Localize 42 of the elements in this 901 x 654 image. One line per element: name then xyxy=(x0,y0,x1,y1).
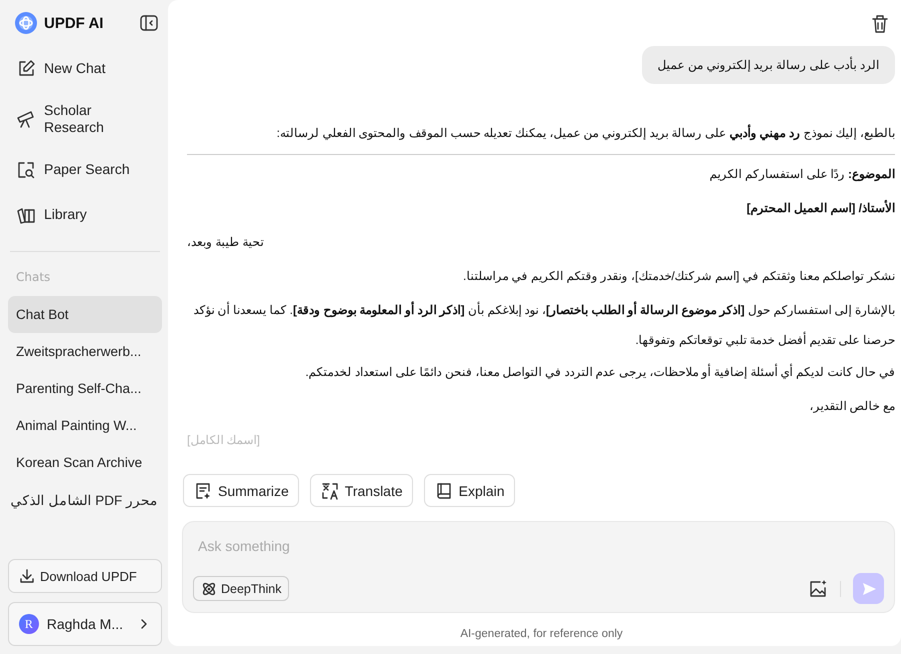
response-text: بالطبع، إليك نموذج رد مهني وأدبي على رسالة بريد إلكتروني من عميل، يمكنك تعديله حسب الموقف والمحتوى الفعلي لرسالته: xyxy=(276,124,895,142)
document-search-icon xyxy=(16,160,36,180)
response-text: مع خالص التقدير، xyxy=(808,398,895,415)
chat-item[interactable]: محرر PDF الشامل الذكي xyxy=(8,481,162,518)
download-button[interactable]: Download UPDF xyxy=(8,559,162,593)
logo-icon xyxy=(14,11,38,35)
atom-icon xyxy=(201,580,217,596)
response-text: في حال كانت لديكم أي أسئلة إضافية أو ملاحظات، يرجى عدم التردد في التواصل معنا، فنحن دائمًا على استعداد لخدمتكم. xyxy=(304,363,895,381)
chat-item[interactable]: Animal Painting W... xyxy=(8,407,162,444)
nav-item[interactable]: New Chat xyxy=(8,47,162,90)
chat-item[interactable]: Chat Bot xyxy=(8,296,162,333)
message-input[interactable]: Ask something DeepThink xyxy=(182,521,895,613)
chat-item[interactable]: Parenting Self-Cha... xyxy=(8,370,162,407)
app-title: UPDF AI xyxy=(44,14,104,32)
send-icon xyxy=(860,580,876,596)
user-message: الرد بأدب على رسالة بريد إلكتروني من عميل xyxy=(642,46,895,84)
response-text: [اسمك الكامل] xyxy=(187,432,262,449)
section-heading: Chats xyxy=(15,270,52,286)
delete-icon[interactable] xyxy=(871,14,889,34)
nav-item[interactable]: Library xyxy=(8,193,162,236)
chevron-right-icon xyxy=(139,618,149,630)
chat-item[interactable]: Zweitspracherwerb... xyxy=(8,333,162,370)
response-text: الأستاذ/ [اسم العميل المحترم] xyxy=(746,199,895,217)
telescope-icon xyxy=(16,109,36,129)
sidebar-toggle-icon[interactable] xyxy=(140,15,158,31)
account-button[interactable]: R Raghda M... xyxy=(8,602,162,646)
disclaimer-text: AI-generated, for reference only xyxy=(459,627,624,642)
summarize-button[interactable]: Summarize xyxy=(183,474,299,507)
translate-icon xyxy=(320,480,340,500)
response-text: تحية طيبة وبعد، xyxy=(187,234,265,251)
translate-button[interactable]: Translate xyxy=(310,474,413,507)
avatar: R xyxy=(19,614,39,634)
explain-button[interactable]: Explain xyxy=(424,474,515,507)
download-icon xyxy=(19,568,35,584)
response-text: الموضوع: ردًا على استفساركم الكريم xyxy=(708,166,895,183)
deepthink-toggle[interactable]: DeepThink xyxy=(193,576,290,601)
response-text: بالإشارة إلى استفساركم حول [اذكر موضوع الرسالة أو الطلب باختصار]، نود إبلاغكم بأن [اذكر الرد أو المعلومة بوضوح ودقة]. كما يسعدنا أن نؤكد حرصنا على تقديم أفضل خدمة تلبي توقعاتكم وتفوقها. xyxy=(192,300,895,349)
nav-item[interactable]: Paper Search xyxy=(8,148,162,191)
response-text: نشكر تواصلكم معنا وثقتكم في [اسم شركتك/خدمتك]، ونقدر وقتكم الكريم في مراسلتنا. xyxy=(462,268,895,285)
image-sparkle-icon[interactable] xyxy=(808,578,828,598)
nav-item[interactable]: Scholar Research xyxy=(8,92,162,146)
chat-item[interactable]: Korean Scan Archive xyxy=(8,444,162,481)
